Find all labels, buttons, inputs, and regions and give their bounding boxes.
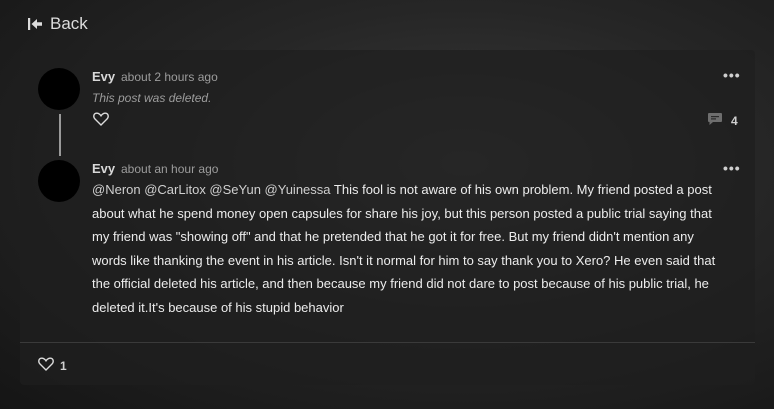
- like-button[interactable]: [38, 357, 54, 376]
- comment-author[interactable]: Evy: [92, 69, 115, 84]
- thread-connector-line: [59, 114, 61, 156]
- back-label: Back: [50, 14, 88, 33]
- divider: [20, 342, 755, 343]
- reply-count: 4: [731, 114, 738, 128]
- more-options-button[interactable]: •••: [723, 68, 741, 82]
- reply-count-button[interactable]: [707, 112, 723, 131]
- avatar[interactable]: [38, 68, 80, 110]
- heart-icon: [93, 112, 109, 126]
- comment-timestamp: about 2 hours ago: [121, 70, 218, 84]
- heart-icon: [38, 357, 54, 371]
- comment-thread-card: Evy about 2 hours ago This post was dele…: [20, 50, 755, 385]
- like-count: 1: [60, 359, 67, 373]
- deleted-post-text: This post was deleted.: [92, 91, 212, 105]
- back-arrow-icon: [28, 18, 42, 30]
- comment-author[interactable]: Evy: [92, 161, 115, 176]
- back-button[interactable]: Back: [28, 14, 88, 34]
- comment-bubble-icon: [708, 113, 722, 125]
- comment-timestamp: about an hour ago: [121, 162, 219, 176]
- comment-text: This fool is not aware of his own proble…: [92, 182, 716, 315]
- comment-body: @Neron @CarLitox @SeYun @Yuinessa This f…: [92, 178, 717, 319]
- more-options-button[interactable]: •••: [723, 161, 741, 175]
- mentions[interactable]: @Neron @CarLitox @SeYun @Yuinessa: [92, 182, 331, 197]
- avatar[interactable]: [38, 160, 80, 202]
- like-button[interactable]: [93, 112, 109, 131]
